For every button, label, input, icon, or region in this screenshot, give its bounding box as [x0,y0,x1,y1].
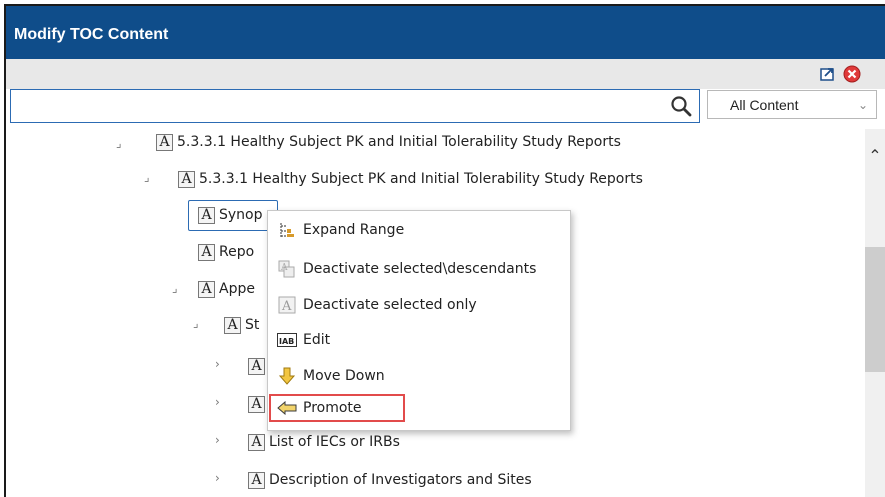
tree-node-label: Repo [219,244,255,260]
tree-twisty[interactable]: ⌟ [193,316,199,330]
svg-text:A: A [281,299,292,314]
tree-node[interactable]: A [248,353,269,379]
chevron-down-icon: ⌄ [857,98,868,112]
tree-node-label: 5.3.3.1 Healthy Subject PK and Initial T… [199,171,643,187]
text-node-icon: A [198,243,215,261]
tree-twisty[interactable]: ⌟ [172,281,178,295]
promote-icon [277,398,297,418]
tree-node-label: 5.3.3.1 Healthy Subject PK and Initial T… [177,134,621,150]
text-node-icon: A [198,280,215,298]
edit-icon: IAB [277,330,297,350]
tree-node[interactable]: A Repo [198,239,254,265]
text-node-icon: A [198,206,215,224]
menu-item-deactivate-only[interactable]: A Deactivate selected only [268,291,570,319]
tree-node[interactable]: A Description of Investigators and Sites [248,467,532,493]
expand-range-icon [277,220,297,240]
text-node-icon: A [156,133,173,151]
move-down-icon [277,366,297,386]
scrollbar-thumb[interactable] [865,247,885,372]
svg-text:IAB: IAB [279,337,294,346]
toolbar [6,59,885,89]
tree-node[interactable]: A 5.3.3.1 Healthy Subject PK and Initial… [178,166,643,192]
scroll-up-icon[interactable]: ⌃ [867,149,883,165]
deactivate-only-icon: A [277,295,297,315]
tree-node[interactable]: A Appe [198,276,255,302]
menu-item-move-down[interactable]: Move Down [268,362,570,390]
tree-node-label: St [245,317,260,333]
menu-item-label: Move Down [303,368,385,384]
text-node-icon: A [248,471,265,489]
menu-item-label: Deactivate selected\descendants [303,261,537,277]
tree-node[interactable]: A 5.3.3.1 Healthy Subject PK and Initial… [156,129,621,155]
text-node-icon: A [248,395,265,413]
deactivate-descendants-icon: A [277,259,297,279]
search-icon[interactable] [670,95,692,117]
svg-text:A: A [280,263,288,273]
menu-item-expand-range[interactable]: Expand Range [268,216,570,244]
tree-twisty[interactable]: ⌟ [116,136,122,150]
tree-node-label: Synop [219,207,263,223]
tree-node-label: Appe [219,281,255,297]
tree-twisty[interactable]: ⌟ [144,170,150,184]
menu-item-label: Expand Range [303,222,405,238]
text-node-icon: A [248,357,265,375]
tree-node[interactable]: A St [224,312,259,338]
menu-item-label: Edit [303,332,331,348]
tree-node[interactable]: A [248,391,269,417]
menu-item-edit[interactable]: IAB Edit [268,326,570,354]
dialog-titlebar: Modify TOC Content [6,6,885,59]
export-icon[interactable] [819,65,837,83]
chevron-right-icon[interactable]: › [215,395,220,409]
menu-item-label: Promote [303,400,362,416]
menu-item-label: Deactivate selected only [303,297,477,313]
filter-value: All Content [730,97,799,113]
context-menu: Expand Range A Deactivate selected\desce… [267,210,571,431]
menu-item-deactivate-descendants[interactable]: A Deactivate selected\descendants [268,255,570,283]
tree-node-label: List of IECs or IRBs [269,434,400,450]
tree-node-label: Description of Investigators and Sites [269,472,532,488]
chevron-right-icon[interactable]: › [215,471,220,485]
chevron-right-icon[interactable]: › [215,433,220,447]
menu-item-promote[interactable]: Promote [269,394,405,422]
chevron-right-icon[interactable]: › [215,357,220,371]
content-filter-select[interactable]: All Content ⌄ [707,90,877,119]
tree-node-selected[interactable]: A Synop [198,202,263,228]
text-node-icon: A [248,433,265,451]
search-input[interactable] [10,89,700,123]
tree-node[interactable]: A List of IECs or IRBs [248,429,400,455]
text-node-icon: A [224,316,241,334]
dialog-title: Modify TOC Content [14,26,169,43]
close-icon[interactable] [843,65,861,83]
text-node-icon: A [178,170,195,188]
search-row: All Content ⌄ [10,89,885,129]
